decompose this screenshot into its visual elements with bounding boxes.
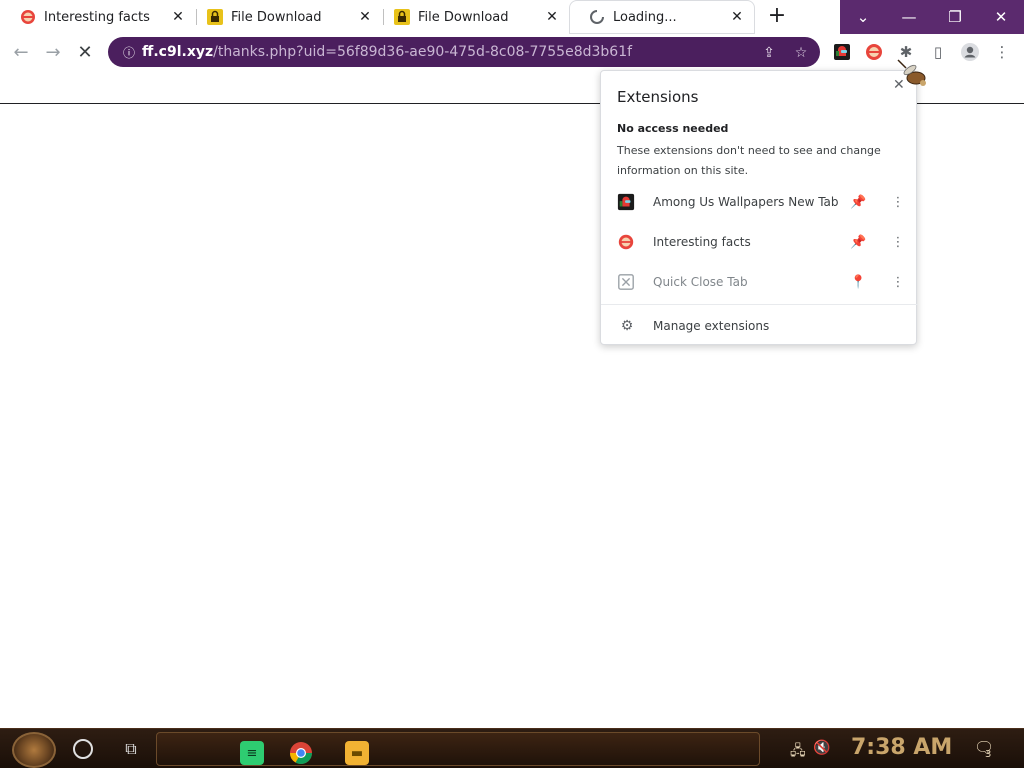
tab-title: File Download (231, 9, 322, 25)
task-view-icon[interactable]: ⧉ (121, 739, 141, 759)
lock-icon (207, 9, 223, 25)
forward-button[interactable]: → (40, 39, 66, 65)
loading-spinner-icon (590, 10, 604, 24)
url-host: ff.c9l.xyz (142, 44, 214, 60)
extension-row-quick-close-tab[interactable]: Quick Close Tab 📍 ⋮ (601, 262, 918, 302)
volume-muted-icon[interactable]: 🔇 (813, 740, 830, 756)
taskbar-app-area: ≡ ▬ (156, 732, 760, 766)
extension-name: Interesting facts (653, 235, 751, 249)
extension-row-among-us[interactable]: Among Us Wallpapers New Tab 📌 ⋮ (601, 182, 918, 222)
side-panel-icon[interactable]: ▯ (928, 42, 948, 62)
among-us-extension-icon[interactable] (832, 42, 852, 62)
extension-name: Among Us Wallpapers New Tab (653, 195, 839, 209)
quick-close-tab-icon (618, 274, 634, 290)
tab-title: Loading... (613, 9, 677, 25)
search-icon[interactable] (73, 739, 93, 759)
tab-close-icon[interactable]: ✕ (727, 7, 747, 27)
interesting-facts-extension-icon (618, 234, 634, 250)
browser-toolbar: ← → ✕ ⓘ ff.c9l.xyz /thanks.php?uid=56f89… (0, 34, 1024, 70)
back-button[interactable]: ← (8, 39, 34, 65)
address-bar[interactable]: ⓘ ff.c9l.xyz /thanks.php?uid=56f89d36-ae… (108, 37, 820, 67)
tab-title: Interesting facts (44, 9, 150, 25)
tab-search-button[interactable]: ⌄ (840, 0, 886, 34)
tab-loading[interactable]: Loading... ✕ (569, 0, 755, 34)
notes-app-icon[interactable]: ≡ (240, 741, 264, 765)
tab-close-icon[interactable]: ✕ (355, 7, 375, 27)
network-icon[interactable]: 🖧 (790, 740, 806, 764)
start-button[interactable] (12, 732, 56, 768)
pin-icon[interactable]: 📌 (850, 195, 866, 210)
site-info-icon[interactable]: ⓘ (118, 44, 140, 61)
manage-extensions-label: Manage extensions (653, 319, 770, 333)
tab-interesting-facts[interactable]: Interesting facts ✕ (0, 0, 196, 34)
file-explorer-icon[interactable]: ▬ (345, 741, 369, 765)
among-us-extension-icon (617, 193, 635, 211)
interesting-facts-extension-icon[interactable] (864, 42, 884, 62)
mouse-cursor-icon (897, 59, 926, 86)
stop-button[interactable]: ✕ (72, 39, 98, 65)
popup-title: Extensions (617, 88, 699, 106)
section-description: These extensions don't need to see and c… (617, 144, 881, 177)
close-window-button[interactable]: ✕ (978, 0, 1024, 34)
tab-close-icon[interactable]: ✕ (168, 7, 188, 27)
popup-divider (601, 304, 918, 305)
bookmark-star-icon[interactable]: ☆ (792, 44, 810, 62)
minimize-button[interactable]: — (886, 0, 932, 34)
lock-icon (394, 9, 410, 25)
windows-taskbar: ⧉ ≡ ▬ 🖧 🔇 7:38 AM 🗨 3 (0, 728, 1024, 768)
more-options-icon[interactable]: ⋮ (890, 275, 906, 290)
tab-strip: Interesting facts ✕ File Download ✕ File… (0, 0, 1024, 34)
gear-icon: ⚙ (620, 318, 634, 334)
restore-button[interactable]: ❐ (932, 0, 978, 34)
manage-extensions-button[interactable]: ⚙ Manage extensions (601, 314, 918, 338)
section-heading: No access needed (617, 122, 729, 135)
tab-file-download-1[interactable]: File Download ✕ (187, 0, 383, 34)
more-options-icon[interactable]: ⋮ (890, 195, 906, 210)
url-path: /thanks.php?uid=56f89d36-ae90-475d-8c08-… (213, 44, 633, 60)
pin-icon[interactable]: 📍 (850, 275, 866, 290)
interesting-facts-icon (21, 10, 35, 24)
profile-avatar-icon[interactable] (960, 42, 980, 62)
tab-file-download-2[interactable]: File Download ✕ (374, 0, 570, 34)
share-icon[interactable]: ⇪ (760, 44, 778, 62)
chrome-icon[interactable] (289, 741, 313, 765)
tab-close-icon[interactable]: ✕ (542, 7, 562, 27)
taskbar-clock[interactable]: 7:38 AM (851, 735, 952, 760)
extension-row-interesting-facts[interactable]: Interesting facts 📌 ⋮ (601, 222, 918, 262)
pin-icon[interactable]: 📌 (850, 235, 866, 250)
notification-count-badge: 3 (985, 749, 992, 760)
more-options-icon[interactable]: ⋮ (890, 235, 906, 250)
tab-title: File Download (418, 9, 509, 25)
new-tab-button[interactable]: + (764, 5, 790, 29)
extension-name: Quick Close Tab (653, 275, 748, 289)
browser-menu-icon[interactable]: ⋮ (992, 42, 1012, 62)
extensions-popup: Extensions ✕ No access needed These exte… (600, 70, 918, 345)
